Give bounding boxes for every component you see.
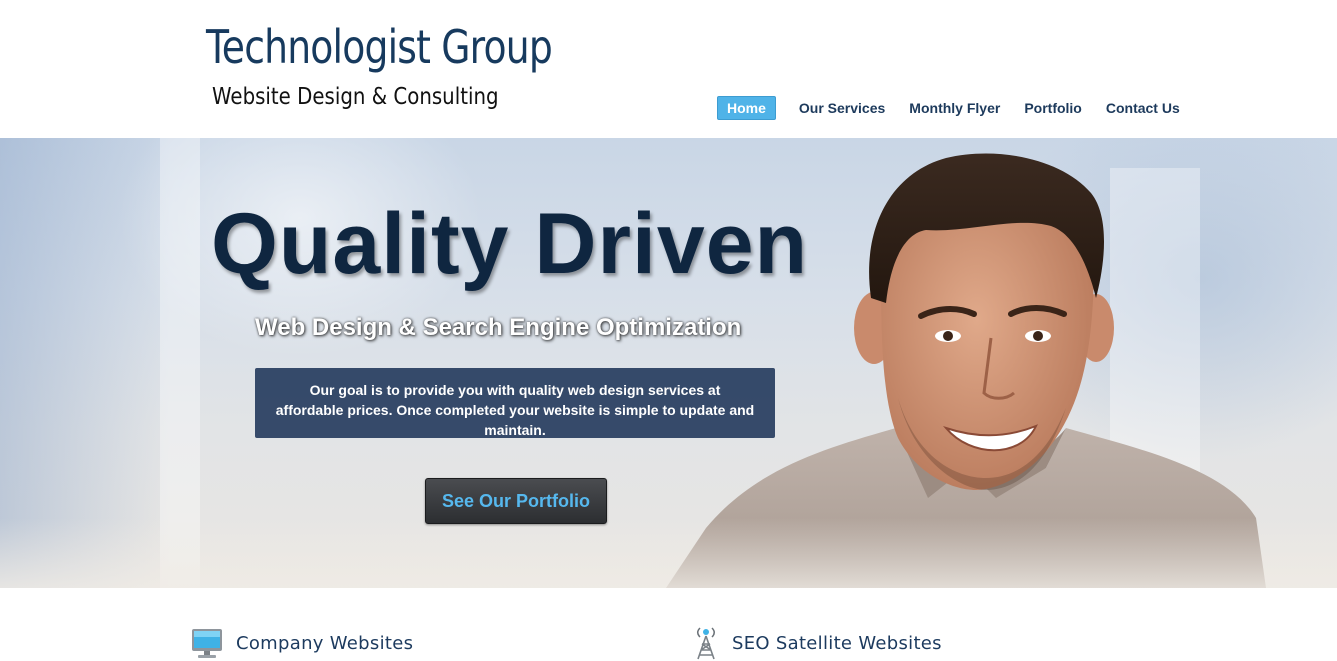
hero-banner: Quality Driven Web Design & Search Engin…	[0, 138, 1337, 588]
feature-seo-satellite-websites[interactable]: SEO Satellite Websites	[692, 626, 942, 660]
feature-label: Company Websites	[236, 632, 414, 654]
main-nav: Home Our Services Monthly Flyer Portfoli…	[717, 96, 1180, 120]
hero-description-box: Our goal is to provide you with quality …	[255, 368, 775, 438]
site-header: Technologist Group Website Design & Cons…	[0, 0, 1337, 138]
logo-title: Technologist Group	[206, 20, 553, 74]
antenna-tower-icon	[697, 627, 715, 660]
see-portfolio-button[interactable]: See Our Portfolio	[425, 478, 607, 524]
nav-item-home[interactable]: Home	[717, 96, 776, 120]
nav-item-our-services[interactable]: Our Services	[799, 97, 885, 119]
hero-description: Our goal is to provide you with quality …	[275, 382, 755, 438]
nav-item-monthly-flyer[interactable]: Monthly Flyer	[909, 97, 1000, 119]
hero-subtitle: Web Design & Search Engine Optimization	[255, 314, 742, 341]
nav-item-contact-us[interactable]: Contact Us	[1106, 97, 1180, 119]
site-logo[interactable]: Technologist Group Website Design & Cons…	[206, 16, 553, 116]
hero-background-blur	[0, 518, 1337, 588]
monitor-icon	[192, 629, 222, 658]
feature-company-websites[interactable]: Company Websites	[190, 626, 413, 660]
logo-subtitle: Website Design & Consulting	[212, 84, 499, 110]
feature-label: SEO Satellite Websites	[732, 632, 942, 654]
hero-title: Quality Driven	[211, 196, 809, 292]
see-portfolio-button-label: See Our Portfolio	[441, 490, 591, 511]
nav-item-portfolio[interactable]: Portfolio	[1024, 97, 1082, 119]
